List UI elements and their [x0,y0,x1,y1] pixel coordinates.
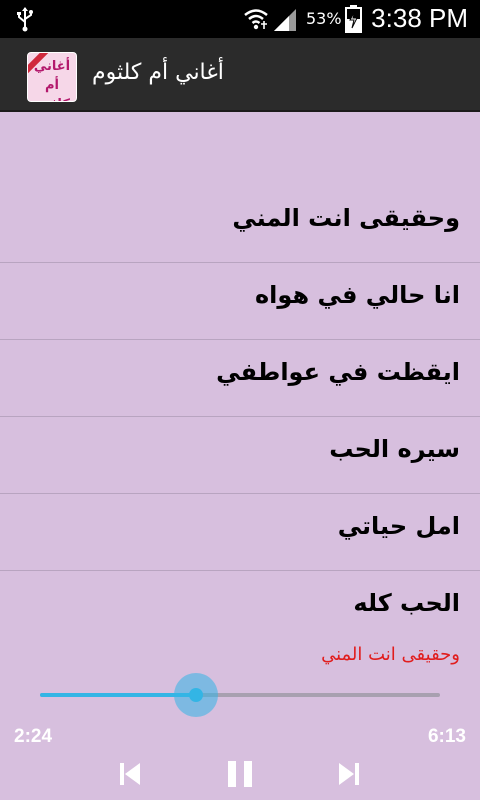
song-title: وحقيقى انت المني [232,204,460,232]
clock: 3:38 PM [371,3,468,33]
battery-charging-icon [345,5,362,33]
now-playing-title: وحقيقى انت المني [321,644,460,665]
list-item[interactable]: وحقيقى انت المني [0,186,480,263]
wifi-icon [244,9,268,30]
usb-icon [17,7,33,32]
list-item[interactable]: ايقظت في عواطفي [0,340,480,417]
list-item[interactable]: امل حياتي [0,494,480,571]
list-item[interactable]: سيره الحب [0,417,480,494]
previous-icon[interactable] [108,752,152,796]
app-title: أغاني أم كلثوم [92,60,224,85]
song-title: سيره الحب [329,435,460,463]
seek-thumb-dot [189,688,203,702]
song-title: امل حياتي [337,512,460,540]
app-logo[interactable]: أغاني أم كلثوم [27,52,77,102]
action-bar: أغاني أم كلثوم أغاني أم كلثوم [0,38,480,112]
status-bar: 53% 3:38 PM [0,0,480,38]
song-title: ايقظت في عواطفي [216,358,460,386]
logo-text-line2: أم كلثوم [34,78,70,101]
seek-progress [40,693,196,697]
time-total: 6:13 [427,726,466,747]
logo-text-line1: أغاني [33,59,71,74]
list-item[interactable]: انا حالي في هواه [0,263,480,340]
list-item[interactable]: الحب كله [0,571,480,647]
song-title: انا حالي في هواه [255,281,460,309]
battery-percent: 53% [306,9,342,28]
time-elapsed: 2:24 [14,726,53,747]
song-title: الحب كله [353,589,460,617]
seek-thumb[interactable] [174,673,218,717]
seek-bar[interactable] [40,673,440,717]
next-icon[interactable] [327,752,371,796]
logo-text: أغاني أم كلثوم [28,57,76,101]
pause-icon[interactable] [218,752,262,796]
signal-icon [274,9,296,31]
song-list: وحقيقى انت المني انا حالي في هواه ايقظت … [0,186,480,647]
